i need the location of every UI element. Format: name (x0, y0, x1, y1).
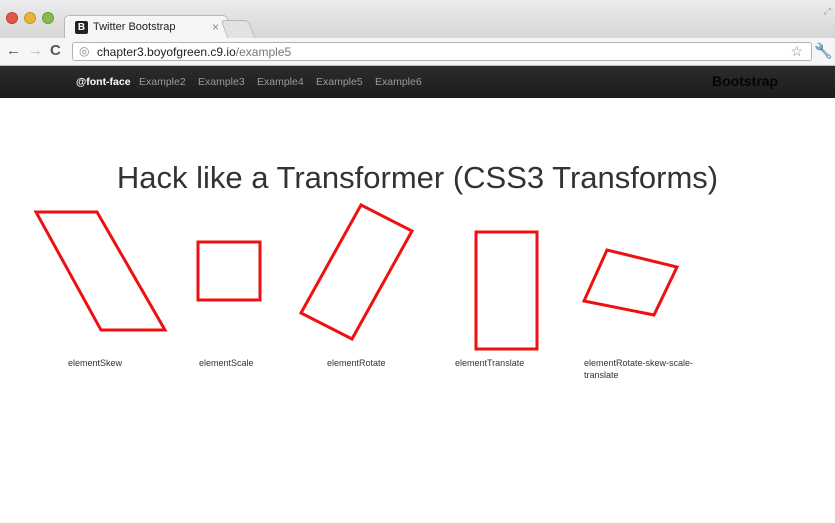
caption-element-skew: elementSkew (68, 358, 123, 368)
caption-element-translate: elementTranslate (455, 358, 525, 368)
caption-element-rotate-skew-scale-translate: elementRotate-skew-scale-translate (584, 358, 694, 380)
translated-box (474, 230, 539, 351)
scaled-box (196, 240, 262, 302)
caption-element-scale: elementScale (199, 358, 254, 368)
combined-transform-box (581, 248, 680, 317)
transform-demo-shapes (33, 203, 680, 351)
caption-element-rotate: elementRotate (327, 358, 386, 368)
rotated-box (298, 203, 415, 341)
skewed-box (33, 210, 168, 332)
